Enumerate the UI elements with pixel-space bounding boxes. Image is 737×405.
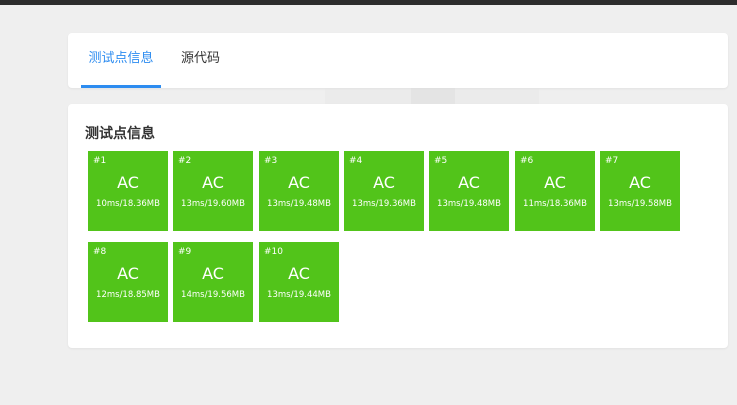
test-case-tile[interactable]: #4 AC 13ms/19.36MB <box>344 151 424 231</box>
test-case-tile[interactable]: #2 AC 13ms/19.60MB <box>173 151 253 231</box>
test-case-status: AC <box>202 173 224 192</box>
tabs-card: 测试点信息 源代码 <box>68 33 728 88</box>
test-case-stats: 13ms/19.48MB <box>267 199 331 209</box>
test-case-number: #2 <box>178 156 192 166</box>
test-case-number: #10 <box>264 247 283 257</box>
test-case-status: AC <box>629 173 651 192</box>
test-case-stats: 13ms/19.60MB <box>181 199 245 209</box>
test-case-number: #7 <box>605 156 619 166</box>
test-case-number: #6 <box>520 156 534 166</box>
test-case-tile[interactable]: #6 AC 11ms/18.36MB <box>515 151 595 231</box>
test-case-status: AC <box>544 173 566 192</box>
test-case-number: #8 <box>93 247 107 257</box>
test-case-tile[interactable]: #1 AC 10ms/18.36MB <box>88 151 168 231</box>
tab-source-code[interactable]: 源代码 <box>173 33 228 88</box>
test-case-stats: 13ms/19.58MB <box>608 199 672 209</box>
test-results-card: 测试点信息 #1 AC 10ms/18.36MB #2 AC 13ms/19.60MB #3… <box>68 104 728 348</box>
test-case-status: AC <box>202 264 224 283</box>
test-case-number: #9 <box>178 247 192 257</box>
test-case-status: AC <box>288 173 310 192</box>
test-case-tile[interactable]: #9 AC 14ms/19.56MB <box>173 242 253 322</box>
test-case-status: AC <box>117 264 139 283</box>
tab-test-points[interactable]: 测试点信息 <box>81 33 161 88</box>
test-case-stats: 12ms/18.85MB <box>96 290 160 300</box>
test-case-status: AC <box>458 173 480 192</box>
section-title: 测试点信息 <box>85 126 155 142</box>
test-case-tile[interactable]: #3 AC 13ms/19.48MB <box>259 151 339 231</box>
test-case-number: #4 <box>349 156 363 166</box>
test-case-tile[interactable]: #10 AC 13ms/19.44MB <box>259 242 339 322</box>
test-case-stats: 10ms/18.36MB <box>96 199 160 209</box>
test-case-status: AC <box>117 173 139 192</box>
test-case-stats: 11ms/18.36MB <box>523 199 587 209</box>
test-case-tile[interactable]: #7 AC 13ms/19.58MB <box>600 151 680 231</box>
test-case-stats: 13ms/19.48MB <box>437 199 501 209</box>
test-case-number: #3 <box>264 156 278 166</box>
active-tab-indicator <box>81 85 161 88</box>
test-case-tile[interactable]: #5 AC 13ms/19.48MB <box>429 151 509 231</box>
test-case-tile[interactable]: #8 AC 12ms/18.85MB <box>88 242 168 322</box>
test-case-status: AC <box>288 264 310 283</box>
test-case-status: AC <box>373 173 395 192</box>
test-case-stats: 13ms/19.44MB <box>267 290 331 300</box>
test-case-number: #1 <box>93 156 107 166</box>
test-case-stats: 13ms/19.36MB <box>352 199 416 209</box>
test-case-stats: 14ms/19.56MB <box>181 290 245 300</box>
test-case-number: #5 <box>434 156 448 166</box>
top-bar <box>0 0 737 5</box>
